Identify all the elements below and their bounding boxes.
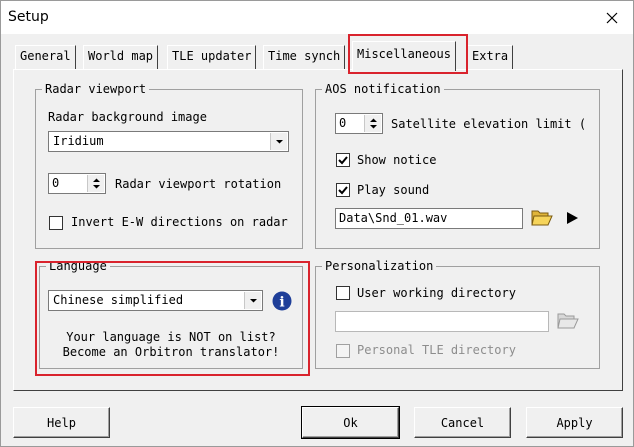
setup-window: Setup General World map TLE updater Time… (0, 0, 634, 447)
window-title: Setup (8, 9, 49, 25)
user-directory-checkbox[interactable] (336, 286, 350, 300)
close-icon[interactable] (601, 7, 623, 29)
folder-open-icon[interactable] (531, 208, 553, 231)
elevation-limit-value: 0 (339, 116, 347, 130)
invert-ew-checkbox[interactable] (49, 216, 63, 230)
show-notice-checkbox[interactable] (336, 153, 350, 167)
svg-text:i: i (279, 295, 284, 311)
radar-rotation-spinner[interactable]: 0 (48, 173, 106, 194)
radar-rotation-value: 0 (52, 176, 60, 190)
title-bar: Setup (1, 1, 633, 34)
radar-background-label: Radar background image (48, 110, 207, 124)
cancel-button[interactable]: Cancel (414, 407, 511, 438)
show-notice-label: Show notice (357, 153, 437, 167)
user-directory-label: User working directory (357, 286, 516, 300)
tab-world-map[interactable]: World map (83, 45, 159, 69)
aos-notification-legend: AOS notification (322, 82, 444, 96)
play-sound-label: Play sound (357, 183, 430, 197)
chevron-down-icon[interactable] (244, 292, 261, 309)
radar-background-value: Iridium (53, 134, 104, 148)
info-icon[interactable]: i (272, 291, 292, 314)
language-value: Chinese simplified (53, 293, 184, 307)
chevron-down-icon[interactable] (270, 133, 287, 150)
sound-file-value: Data\Snd_01.wav (339, 211, 448, 225)
spin-arrows-icon[interactable] (364, 115, 381, 132)
sound-file-field[interactable]: Data\Snd_01.wav (335, 208, 523, 229)
radar-viewport-legend: Radar viewport (42, 82, 150, 96)
apply-button[interactable]: Apply (526, 407, 623, 438)
personalization-legend: Personalization (322, 259, 437, 273)
personal-tle-label: Personal TLE directory (357, 343, 516, 357)
tab-general[interactable]: General (15, 45, 76, 69)
spin-arrows-icon[interactable] (87, 175, 104, 192)
personal-tle-checkbox[interactable] (336, 344, 350, 358)
tab-miscellaneous[interactable]: Miscellaneous (352, 41, 456, 71)
tab-extra[interactable]: Extra (467, 45, 514, 69)
language-legend: Language (46, 259, 110, 273)
language-select[interactable]: Chinese simplified (48, 290, 263, 311)
checkmark-icon (338, 156, 348, 165)
invert-ew-label: Invert E-W directions on radar (71, 215, 288, 229)
elevation-limit-label: Satellite elevation limit ( (391, 117, 587, 131)
user-directory-field[interactable] (335, 311, 549, 332)
radar-background-select[interactable]: Iridium (48, 131, 289, 152)
language-note-line2: Become an Orbitron translator! (62, 345, 280, 359)
elevation-limit-spinner[interactable]: 0 (335, 113, 383, 134)
tab-time-synch[interactable]: Time synch (263, 45, 346, 69)
language-note-line1: Your language is NOT on list? (66, 330, 276, 344)
help-button[interactable]: Help (13, 407, 110, 438)
play-sound-checkbox[interactable] (336, 183, 350, 197)
tab-tle-updater[interactable]: TLE updater (167, 45, 257, 69)
folder-open-icon[interactable] (557, 311, 579, 334)
play-icon[interactable] (565, 211, 579, 228)
radar-rotation-label: Radar viewport rotation (115, 177, 282, 191)
checkmark-icon (338, 186, 348, 195)
ok-button[interactable]: Ok (301, 406, 400, 439)
